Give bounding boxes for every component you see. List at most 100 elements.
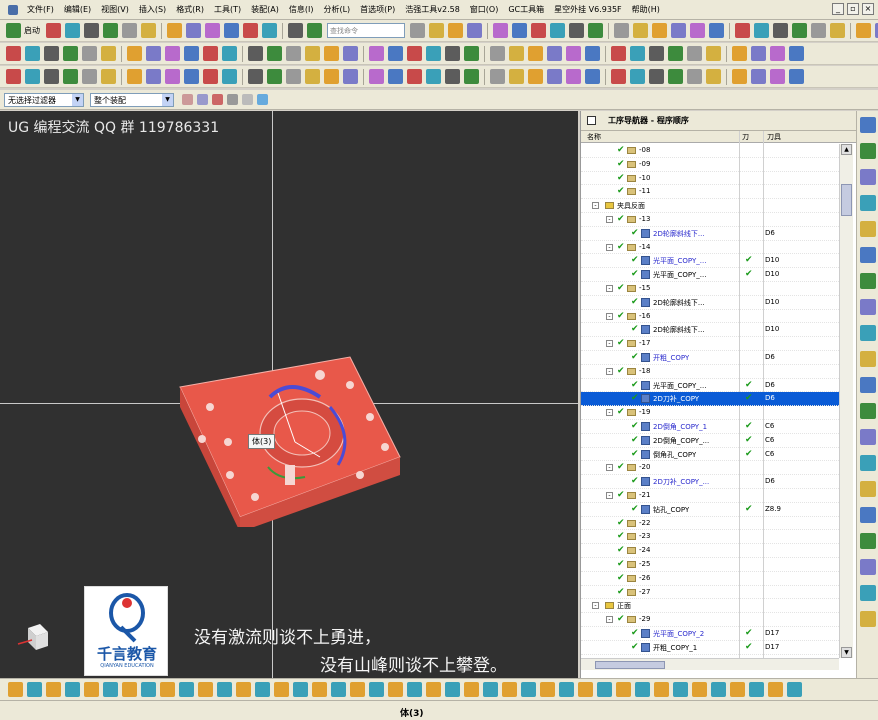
delete-icon[interactable] [84,682,99,697]
pattern-icon[interactable] [205,23,220,38]
copy-icon[interactable] [616,682,631,697]
point-icon[interactable] [212,94,223,105]
cube-select-icon[interactable] [257,94,268,105]
sketch-icon[interactable] [198,682,213,697]
tree-row[interactable]: ✔ -22 [581,517,839,531]
column-path[interactable]: 刀 [742,132,749,142]
tree-row[interactable]: ✔ 开粗_COPY D6 [581,351,839,365]
shell-icon[interactable] [687,69,702,84]
scope-filter-select[interactable]: 整个装配 ▼ [90,92,174,107]
delete-icon[interactable] [654,682,669,697]
tree-row[interactable]: - ✔ -17 [581,337,839,351]
color-palette-icon[interactable] [860,507,876,523]
save-icon[interactable] [222,69,237,84]
tree-row[interactable]: ✔ 2D倒角_COPY_1 ✔ C6 [581,420,839,434]
hole-icon[interactable] [502,682,517,697]
pin-icon[interactable] [587,116,596,125]
extrude-icon[interactable] [25,46,40,61]
menu-item[interactable]: 浩强工具v2.58 [400,4,465,15]
pattern-icon[interactable] [146,46,161,61]
clock-icon[interactable] [860,481,876,497]
new-file-icon[interactable] [578,682,593,697]
view-icon[interactable] [426,682,441,697]
sketch-icon[interactable] [6,46,21,61]
offset-icon[interactable] [770,69,785,84]
trim-icon[interactable] [146,69,161,84]
tree-row[interactable]: - ✔ -14 [581,241,839,255]
tree-row[interactable]: ✔ -09 [581,158,839,172]
save-icon[interactable] [248,46,263,61]
rotate-icon[interactable] [588,23,603,38]
mirror-icon[interactable] [101,69,116,84]
assembly-navigator-icon[interactable] [860,117,876,133]
tree-row[interactable]: - ✔ -21 [581,489,839,503]
shade-icon[interactable] [528,46,543,61]
expand-collapse-icon[interactable]: - [606,340,613,348]
web-browser-icon[interactable] [860,299,876,315]
hole-icon[interactable] [649,46,664,61]
rotate-icon[interactable] [122,682,137,697]
tree-row[interactable]: ✔ -27 [581,586,839,600]
copy-icon[interactable] [286,46,301,61]
select-icon[interactable] [197,94,208,105]
chevron-down-icon[interactable]: ▼ [162,93,173,106]
tree-row[interactable]: ✔ -11 [581,185,839,200]
offset-icon[interactable] [789,46,804,61]
extrude-icon[interactable] [611,69,626,84]
rotate-icon[interactable] [426,69,441,84]
tree-row[interactable]: ✔ 光平面_COPY_... ✔ D10 [581,268,839,282]
menu-item[interactable]: GC工具箱 [503,4,549,15]
tree-row[interactable]: ✔ 2D刀补_COPY ✔ D6 [581,392,839,407]
minimize-icon[interactable]: _ [832,3,844,15]
menu-item[interactable]: 星空外挂 V6.935F [549,4,627,15]
tree-row[interactable]: ✔ 2D倒角_COPY_... ✔ C6 [581,434,839,448]
menu-item[interactable]: 信息(I) [284,4,319,15]
zoom-icon[interactable] [388,682,403,697]
shade-icon[interactable] [671,23,686,38]
render-icon[interactable] [388,46,403,61]
copy-icon[interactable] [429,23,444,38]
constraint-navigator-icon[interactable] [860,143,876,159]
zoom-icon[interactable] [550,23,565,38]
chamfer-icon[interactable] [82,46,97,61]
layer-icon[interactable] [509,46,524,61]
hole-icon[interactable] [103,23,118,38]
offset-icon[interactable] [243,23,258,38]
chamfer-icon[interactable] [521,682,536,697]
trim-icon[interactable] [165,46,180,61]
window-icon[interactable] [860,585,876,601]
menu-item[interactable]: 帮助(H) [627,4,665,15]
menu-item[interactable]: 格式(R) [171,4,209,15]
sketch-icon[interactable] [585,69,600,84]
hole-icon[interactable] [630,69,645,84]
paste-icon[interactable] [448,23,463,38]
menu-item[interactable]: 窗口(O) [465,4,504,15]
roles-icon[interactable] [860,351,876,367]
menu-item[interactable]: 插入(S) [134,4,171,15]
tree-row[interactable]: - ✔ -18 [581,365,839,379]
tree-row[interactable]: ✔ 2D刀补_COPY_... D6 [581,475,839,489]
shade-icon[interactable] [730,682,745,697]
offset-icon[interactable] [165,69,180,84]
tree-row[interactable]: ✔ -26 [581,572,839,586]
fit-icon[interactable] [464,46,479,61]
hole-icon[interactable] [792,23,807,38]
layout-icon[interactable] [860,533,876,549]
mirror-icon[interactable] [540,682,555,697]
measure-icon[interactable] [46,23,61,38]
shell-icon[interactable] [856,23,871,38]
expand-collapse-icon[interactable]: - [606,285,613,292]
pattern-icon[interactable] [751,46,766,61]
undo-icon[interactable] [635,682,650,697]
fit-icon[interactable] [445,69,460,84]
tree-row[interactable]: - 正面 [581,599,839,614]
chamfer-icon[interactable] [141,23,156,38]
chamfer-icon[interactable] [668,69,683,84]
zoom-icon[interactable] [103,682,118,697]
mirror-icon[interactable] [732,46,747,61]
delete-icon[interactable] [369,682,384,697]
open-icon[interactable] [203,69,218,84]
measure-icon[interactable] [566,69,581,84]
chamfer-icon[interactable] [830,23,845,38]
chevron-down-icon[interactable]: ▼ [72,93,83,106]
